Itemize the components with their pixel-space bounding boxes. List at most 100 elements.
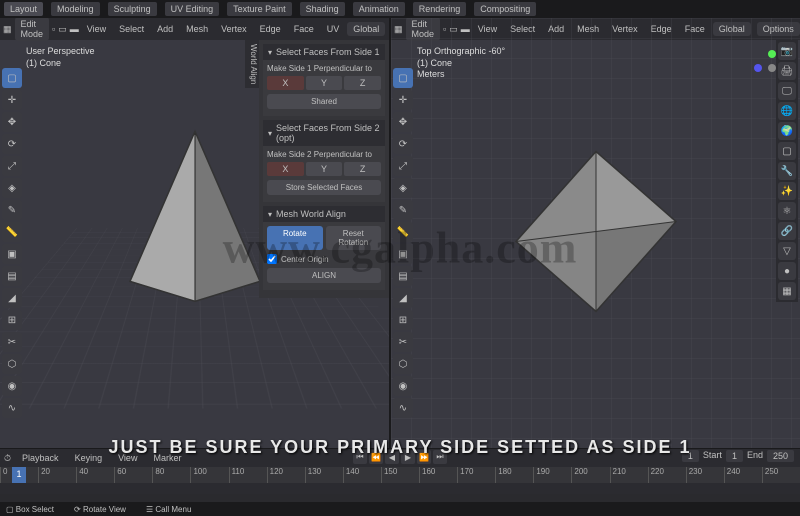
- mode-dropdown[interactable]: Edit Mode: [15, 18, 50, 41]
- tool-loopcut[interactable]: ⊞: [2, 310, 22, 330]
- tool-extrude[interactable]: ▣: [2, 244, 22, 264]
- gizmo-center-r[interactable]: [768, 64, 776, 72]
- prop-texture-icon[interactable]: ▦: [778, 282, 796, 300]
- side2-axis-y[interactable]: Y: [306, 162, 343, 176]
- viewport-top[interactable]: ▦ Edit Mode ▫ ▭ ▬ View Select Add Mesh V…: [390, 18, 800, 448]
- edge-select-icon[interactable]: ▭: [58, 24, 67, 35]
- reset-rotation-button[interactable]: Reset Rotation: [326, 226, 382, 250]
- play-rev-button[interactable]: ◀: [385, 450, 399, 464]
- tl-marker[interactable]: Marker: [148, 451, 186, 465]
- prop-modifier-icon[interactable]: 🔧: [778, 162, 796, 180]
- playhead[interactable]: 1: [12, 467, 26, 483]
- mesh-cone-top[interactable]: [501, 137, 691, 330]
- tool-move[interactable]: ✥: [2, 112, 22, 132]
- tab-shading[interactable]: Shading: [300, 2, 345, 16]
- side1-axis-z[interactable]: Z: [344, 76, 381, 90]
- gizmo-z-r[interactable]: [754, 64, 762, 72]
- panel-side2-header[interactable]: Select Faces From Side 2 (opt): [263, 120, 385, 146]
- rotate-button[interactable]: Rotate: [267, 226, 323, 250]
- frame-end[interactable]: 250: [767, 450, 794, 462]
- n-panel-tab[interactable]: World Align: [245, 40, 259, 88]
- tool-rotate[interactable]: ⟳: [2, 134, 22, 154]
- tab-modeling[interactable]: Modeling: [51, 2, 100, 16]
- viewport-perspective[interactable]: ▦ Edit Mode ▫ ▭ ▬ View Select Add Mesh V…: [0, 18, 390, 448]
- editor-type-icon[interactable]: ▦: [3, 24, 12, 35]
- frame-start[interactable]: 1: [726, 450, 743, 462]
- play-button[interactable]: ▶: [401, 450, 415, 464]
- tool-smooth-r[interactable]: ∿: [393, 398, 413, 418]
- tab-compositing[interactable]: Compositing: [474, 2, 536, 16]
- prop-particle-icon[interactable]: ✨: [778, 182, 796, 200]
- timeline-icon[interactable]: ⏱: [4, 453, 11, 464]
- tool-knife-r[interactable]: ✂: [393, 332, 413, 352]
- prop-render-icon[interactable]: 📷: [778, 42, 796, 60]
- tool-measure-r[interactable]: 📏: [393, 222, 413, 242]
- tool-spin-r[interactable]: ◉: [393, 376, 413, 396]
- prop-view-icon[interactable]: 🖵: [778, 82, 796, 100]
- prop-constraint-icon[interactable]: 🔗: [778, 222, 796, 240]
- prop-data-icon[interactable]: ▽: [778, 242, 796, 260]
- tool-annotate[interactable]: ✎: [2, 200, 22, 220]
- tool-bevel[interactable]: ◢: [2, 288, 22, 308]
- panel-align-header[interactable]: Mesh World Align: [263, 206, 385, 222]
- tab-sculpting[interactable]: Sculpting: [108, 2, 157, 16]
- mesh-cone[interactable]: [105, 121, 285, 324]
- store-faces-button[interactable]: Store Selected Faces: [267, 180, 381, 195]
- jump-end-button[interactable]: ⏭: [433, 450, 447, 464]
- menu-edge[interactable]: Edge: [255, 22, 286, 36]
- menu-face[interactable]: Face: [289, 22, 319, 36]
- timeline-ruler[interactable]: 1 0 20 40 60 80 100 110 120 130 140 150 …: [0, 467, 800, 483]
- tool-smooth[interactable]: ∿: [2, 398, 22, 418]
- tool-loopcut-r[interactable]: ⊞: [393, 310, 413, 330]
- gizmo-y-r[interactable]: [768, 50, 776, 58]
- tool-scale[interactable]: ⤢: [2, 156, 22, 176]
- tool-scale-r[interactable]: ⤢: [393, 156, 413, 176]
- menu-select[interactable]: Select: [114, 22, 149, 36]
- shared-button[interactable]: Shared: [267, 94, 381, 109]
- tool-knife[interactable]: ✂: [2, 332, 22, 352]
- prop-object-icon[interactable]: ▢: [778, 142, 796, 160]
- tool-inset-r[interactable]: ▤: [393, 266, 413, 286]
- prev-key-button[interactable]: ⏪: [369, 450, 383, 464]
- tool-select[interactable]: ▢: [2, 68, 22, 88]
- center-origin-checkbox[interactable]: [267, 254, 277, 264]
- face-select-icon[interactable]: ▬: [70, 24, 79, 34]
- side2-axis-z[interactable]: Z: [344, 162, 381, 176]
- tool-transform[interactable]: ◈: [2, 178, 22, 198]
- tool-cursor[interactable]: ✛: [2, 90, 22, 110]
- next-key-button[interactable]: ⏩: [417, 450, 431, 464]
- tool-rotate-r[interactable]: ⟳: [393, 134, 413, 154]
- menu-vertex[interactable]: Vertex: [216, 22, 252, 36]
- tool-select-r[interactable]: ▢: [393, 68, 413, 88]
- center-origin-check[interactable]: Center Origin: [267, 254, 381, 264]
- jump-start-button[interactable]: ⏮: [353, 450, 367, 464]
- tool-poly[interactable]: ⬡: [2, 354, 22, 374]
- tab-uv[interactable]: UV Editing: [165, 2, 220, 16]
- tool-move-r[interactable]: ✥: [393, 112, 413, 132]
- tl-playback[interactable]: Playback: [17, 451, 64, 465]
- tool-inset[interactable]: ▤: [2, 266, 22, 286]
- tool-cursor-r[interactable]: ✛: [393, 90, 413, 110]
- vertex-select-icon[interactable]: ▫: [52, 24, 55, 34]
- prop-material-icon[interactable]: ●: [778, 262, 796, 280]
- tab-texpaint[interactable]: Texture Paint: [227, 2, 292, 16]
- tab-animation[interactable]: Animation: [353, 2, 405, 16]
- tool-transform-r[interactable]: ◈: [393, 178, 413, 198]
- tool-bevel-r[interactable]: ◢: [393, 288, 413, 308]
- side1-axis-x[interactable]: X: [267, 76, 304, 90]
- prop-scene-icon[interactable]: 🌐: [778, 102, 796, 120]
- menu-add[interactable]: Add: [152, 22, 178, 36]
- orientation-dropdown[interactable]: Global: [347, 22, 385, 36]
- side1-axis-y[interactable]: Y: [306, 76, 343, 90]
- tool-annotate-r[interactable]: ✎: [393, 200, 413, 220]
- tab-rendering[interactable]: Rendering: [413, 2, 467, 16]
- tool-measure[interactable]: 📏: [2, 222, 22, 242]
- frame-current[interactable]: 1: [682, 450, 699, 462]
- menu-view[interactable]: View: [82, 22, 111, 36]
- prop-physics-icon[interactable]: ⚛: [778, 202, 796, 220]
- tool-extrude-r[interactable]: ▣: [393, 244, 413, 264]
- tl-keying[interactable]: Keying: [70, 451, 108, 465]
- menu-mesh[interactable]: Mesh: [181, 22, 213, 36]
- menu-uv[interactable]: UV: [322, 22, 345, 36]
- prop-output-icon[interactable]: 🖨: [778, 62, 796, 80]
